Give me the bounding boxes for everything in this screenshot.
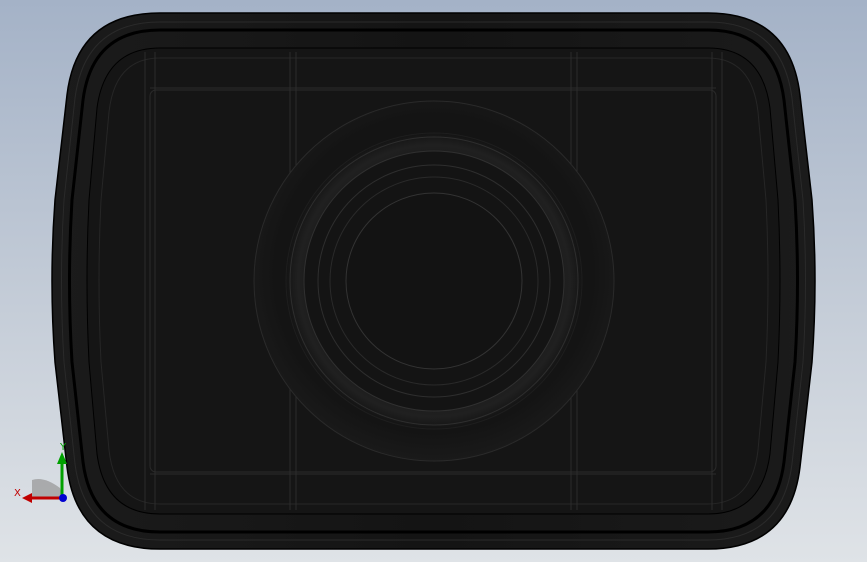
central-lens-dome[interactable] [345, 192, 523, 370]
x-axis-arrowhead [22, 493, 32, 503]
x-axis-label: X [14, 488, 21, 499]
triad-plane-quadrant [32, 479, 62, 498]
z-axis-indicator [59, 494, 67, 502]
y-axis-label: Y [59, 442, 67, 453]
cad-viewport[interactable] [0, 0, 867, 562]
y-axis-arrowhead [57, 452, 67, 464]
coordinate-triad: X Y [14, 442, 67, 503]
